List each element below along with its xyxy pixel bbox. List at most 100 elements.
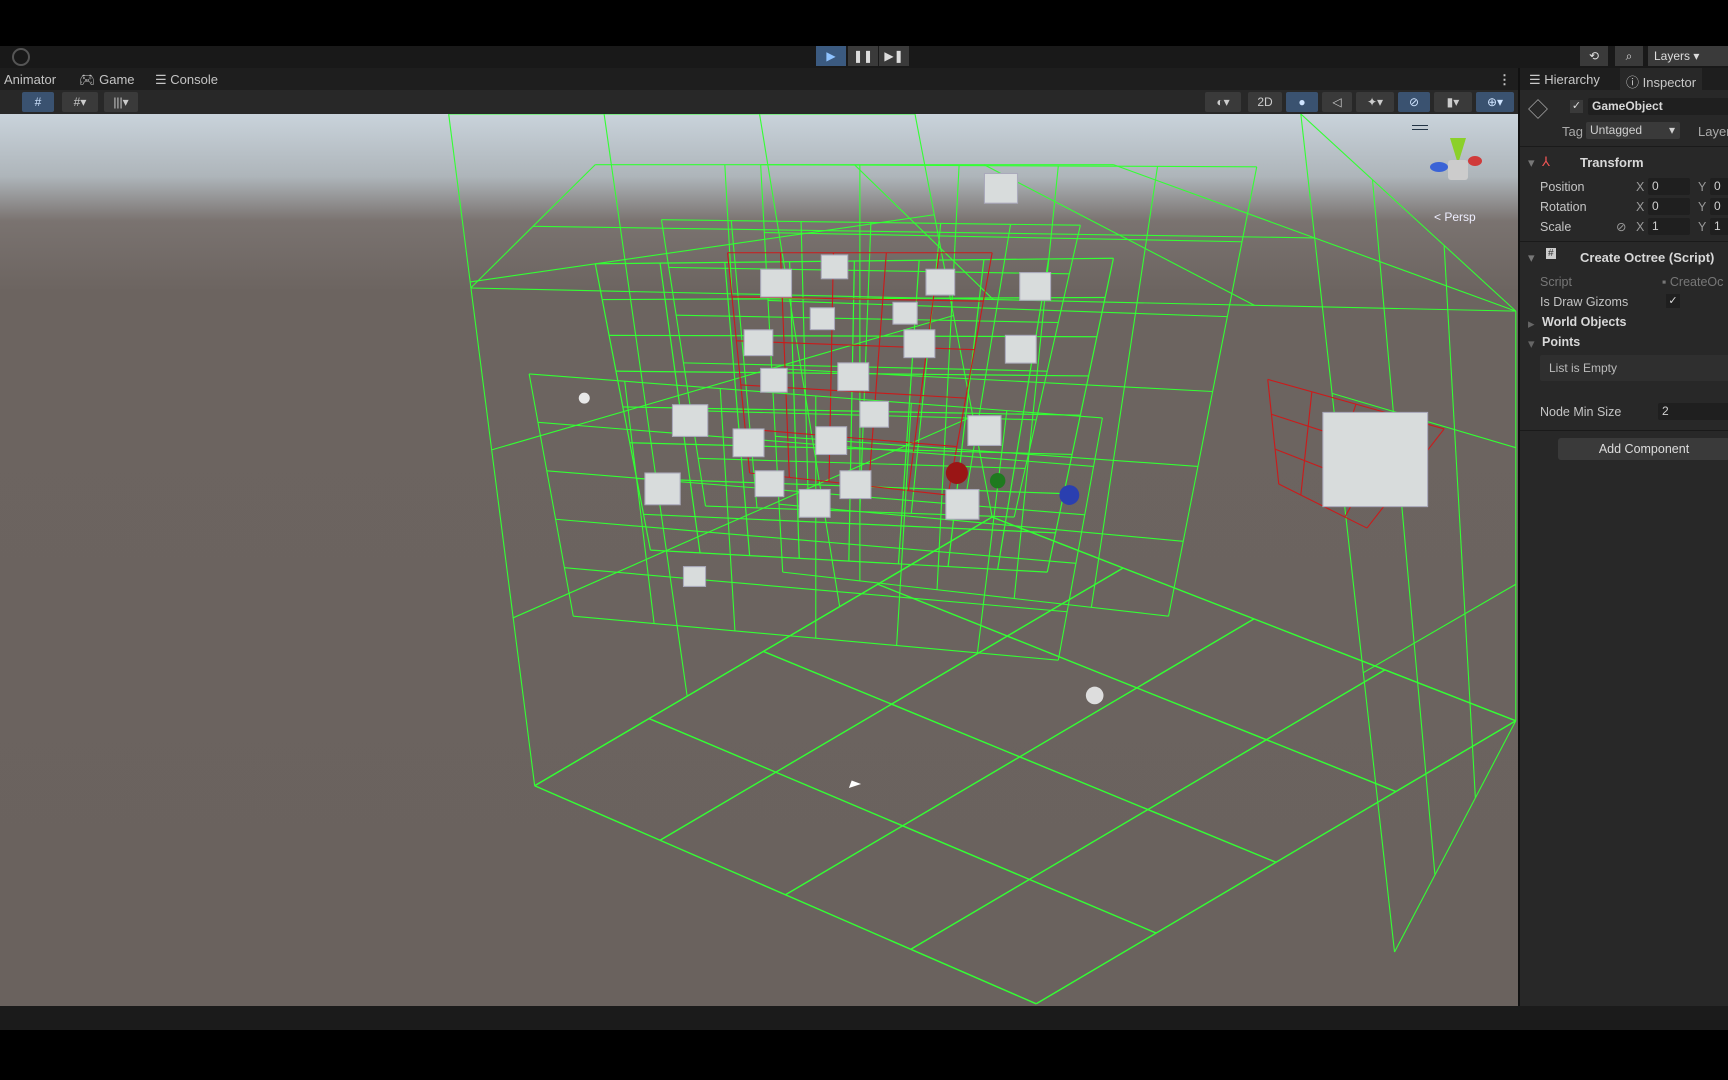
cube-object[interactable] (839, 470, 872, 500)
y-label: Y (1698, 200, 1707, 214)
octree-edge (719, 388, 736, 631)
rotation-x-field[interactable]: 0 (1648, 198, 1690, 215)
hidden-objects-icon[interactable]: ⊘ (1398, 92, 1430, 112)
tab-hierarchy[interactable]: ☰ Hierarchy (1529, 72, 1600, 88)
more-menu-icon[interactable]: ⋮ (1498, 72, 1511, 88)
cube-object[interactable] (837, 362, 870, 392)
pause-button[interactable]: ❚❚ (848, 46, 878, 66)
octree-edge (896, 403, 912, 646)
draw-gizmos-label: Is Draw Gizoms (1540, 295, 1629, 309)
cube-object[interactable] (760, 268, 793, 298)
scale-x-field[interactable]: 1 (1648, 218, 1690, 235)
cube-object[interactable] (644, 472, 681, 506)
cube-object[interactable] (754, 470, 785, 498)
points-foldout[interactable]: Points (1542, 335, 1580, 349)
foldout-arrow-icon[interactable]: ▸ (1528, 316, 1535, 332)
cube-object[interactable] (671, 404, 709, 437)
cube-object[interactable] (760, 367, 788, 393)
octree-edge (534, 516, 993, 787)
increment-snap-icon[interactable]: |||▾ (104, 92, 138, 112)
grid-snap-icon[interactable]: # (22, 92, 54, 112)
cube-object[interactable] (1322, 411, 1429, 508)
sphere-object[interactable] (578, 392, 590, 404)
cube-object[interactable] (1019, 272, 1052, 301)
script-component-header[interactable]: Create Octree (Script) (1580, 250, 1714, 265)
cube-object[interactable] (892, 301, 918, 325)
cube-object[interactable] (682, 566, 707, 587)
constrain-link-icon[interactable]: ⊘ (1616, 219, 1626, 234)
sphere-object[interactable] (989, 473, 1006, 489)
foldout-arrow-icon[interactable]: ▾ (1528, 336, 1535, 352)
world-objects-foldout[interactable]: World Objects (1542, 315, 1627, 329)
gameobject-cube-icon (1528, 99, 1548, 119)
console-icon: ☰ (155, 72, 171, 87)
rotation-label: Rotation (1540, 200, 1587, 214)
cube-object[interactable] (983, 172, 1019, 204)
mode-2d-button[interactable]: 2D (1248, 92, 1282, 112)
cube-object[interactable] (743, 329, 774, 357)
tag-dropdown[interactable]: Untagged ▾ (1586, 122, 1680, 139)
cube-object[interactable] (809, 307, 836, 331)
draw-gizmos-checkbox[interactable]: ✓ (1666, 294, 1680, 308)
cube-object[interactable] (903, 329, 936, 359)
history-icon[interactable]: ⟲ (1580, 46, 1608, 66)
add-component-button[interactable]: Add Component (1558, 438, 1728, 460)
octree-edge (448, 114, 536, 786)
foldout-arrow-icon[interactable]: ▾ (1528, 250, 1535, 266)
tag-label: Tag (1562, 124, 1583, 139)
foldout-arrow-icon[interactable]: ▾ (1528, 155, 1535, 171)
tab-game[interactable]: 🎮︎ Game (79, 72, 135, 88)
snap-magnet-icon[interactable]: #▾ (62, 92, 98, 112)
transform-header[interactable]: Transform (1580, 155, 1644, 170)
octree-edge (976, 410, 1008, 653)
sphere-object[interactable] (1059, 485, 1080, 505)
octree-edge (764, 232, 1243, 243)
active-checkbox[interactable]: ✓ (1570, 100, 1583, 113)
layer-label: Layer (1698, 124, 1728, 139)
persp-label[interactable]: < Persp (1434, 210, 1476, 224)
tab-inspector[interactable]: ⓘ Inspector (1620, 68, 1703, 90)
octree-edge (1300, 114, 1396, 953)
script-field[interactable]: ▪ CreateOc (1662, 275, 1723, 289)
cube-object[interactable] (945, 488, 980, 520)
rotation-y-field[interactable]: 0 (1710, 198, 1728, 215)
position-x-field[interactable]: 0 (1648, 178, 1690, 195)
tab-console[interactable]: ☰ Console (155, 72, 218, 88)
scene-view[interactable]: < Persp (0, 114, 1518, 1006)
sphere-object[interactable] (1085, 686, 1104, 705)
sphere-object[interactable] (945, 461, 968, 485)
effects-icon[interactable]: ✦▾ (1356, 92, 1394, 112)
x-label: X (1636, 180, 1645, 194)
cube-object[interactable] (925, 268, 956, 296)
lighting-icon[interactable]: ● (1286, 92, 1318, 112)
object-name-field[interactable]: GameObject (1588, 98, 1728, 115)
cube-object[interactable] (815, 426, 848, 456)
points-list: List is Empty (1540, 355, 1728, 381)
node-min-size-label: Node Min Size (1540, 405, 1622, 419)
collab-icon[interactable] (12, 48, 30, 66)
gizmos-icon[interactable]: ⊕▾ (1476, 92, 1514, 112)
cube-object[interactable] (1004, 334, 1037, 364)
layers-dropdown[interactable]: Layers ▾ (1648, 46, 1728, 66)
cube-object[interactable] (798, 488, 831, 518)
search-icon[interactable]: ⌕ (1615, 46, 1643, 66)
audio-icon[interactable]: ◁ (1322, 92, 1352, 112)
scale-y-field[interactable]: 1 (1710, 218, 1728, 235)
cube-object[interactable] (967, 415, 1002, 447)
menu-lines-icon[interactable] (1412, 125, 1428, 130)
tab-animator[interactable]: Animator (4, 72, 56, 87)
position-y-field[interactable]: 0 (1710, 178, 1728, 195)
script-icon: # (1546, 248, 1556, 259)
octree-edge (1443, 245, 1476, 798)
camera-icon[interactable]: ▮▾ (1434, 92, 1472, 112)
shading-mode-icon[interactable]: ◐▾ (1205, 92, 1241, 112)
step-button[interactable]: ▶❚ (879, 46, 909, 66)
scene-orientation-gizmo[interactable] (1428, 138, 1488, 198)
cube-object[interactable] (820, 254, 849, 280)
octree-edge (534, 785, 1037, 1005)
cube-object[interactable] (859, 400, 890, 428)
cube-object[interactable] (732, 428, 765, 458)
play-button[interactable]: ▶ (816, 46, 846, 66)
octree-edge (1267, 379, 1280, 485)
node-min-size-field[interactable]: 2 (1658, 403, 1728, 420)
